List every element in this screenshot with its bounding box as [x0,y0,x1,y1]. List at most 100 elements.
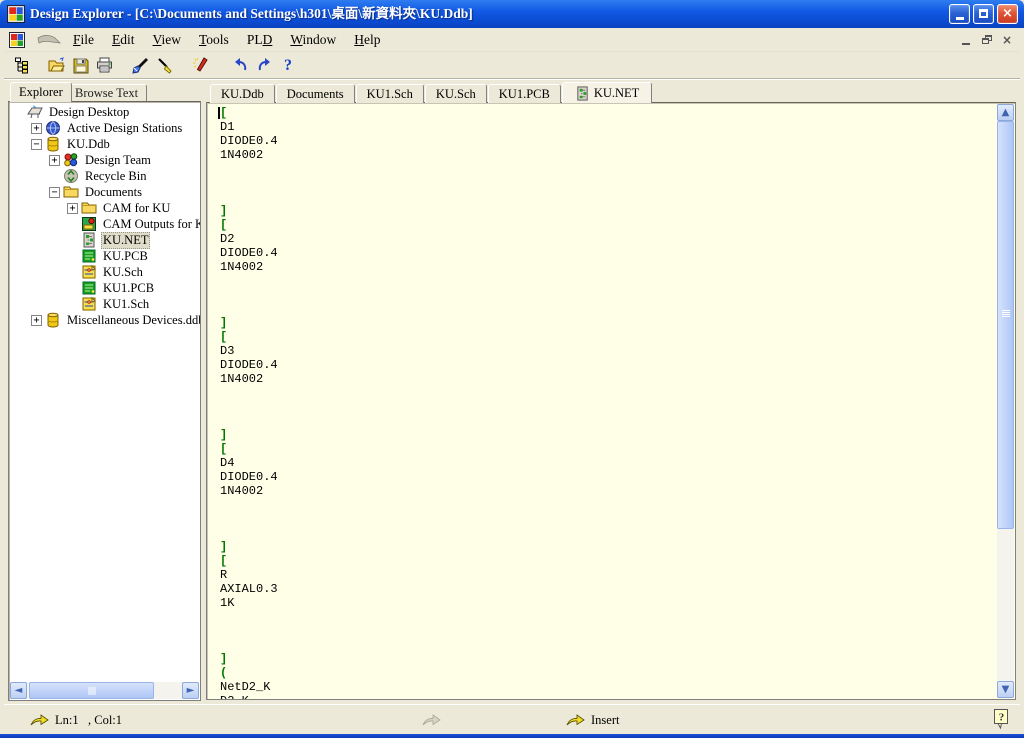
text-caret [218,107,220,119]
editor-vertical-scrollbar[interactable]: ▲ ▼ [997,104,1014,698]
editor-line: NetD2_K [220,680,995,694]
document-tab-ku1-sch[interactable]: KU1.Sch [356,84,424,103]
editor-line [220,498,995,512]
question-mark-icon: ? [284,57,292,75]
tree-item-miscellaneous-devices-ddb[interactable]: + Miscellaneous Devices.ddb [9,312,200,328]
editor-line: DIODE0.4 [220,246,995,260]
brush-icon [132,57,149,74]
menu-item[interactable]: Tools [190,28,238,52]
database-icon [45,312,61,328]
editor-line: 1N4002 [220,148,995,162]
editor-line [220,274,995,288]
pcb-doc-icon [81,280,97,296]
scroll-down-button[interactable]: ▼ [997,681,1014,698]
maximize-button[interactable] [973,4,994,24]
tree-item-ku-pcb[interactable]: KU.PCB [9,248,200,264]
menu-item[interactable]: View [144,28,190,52]
document-tab-ku-sch[interactable]: KU.Sch [425,84,487,103]
open-folder-icon [48,57,65,74]
document-tab-ku-net[interactable]: KU.NET [562,82,652,103]
collapse-minus-icon[interactable]: − [49,187,60,198]
undo-button[interactable] [228,55,252,77]
recycle-bin-icon [63,168,79,184]
mdi-window-controls: × [958,33,1016,48]
scroll-right-button[interactable]: ► [182,682,199,699]
help-note-icon[interactable]: ? [993,708,1010,730]
menu-item[interactable]: Edit [103,28,144,52]
close-button[interactable]: × [997,4,1018,24]
expand-plus-icon[interactable]: + [31,315,42,326]
editor-line [220,638,995,652]
minimize-button[interactable] [949,4,970,24]
editor-line [220,400,995,414]
scrollbar-thumb[interactable] [997,121,1014,529]
menu-item[interactable]: PLD [238,28,282,52]
gray-jump-arrow-icon [422,714,441,727]
editor-line [220,512,995,526]
explorer-panel-toggle-button[interactable] [10,55,34,77]
editor-line: 1K [220,596,995,610]
redo-button[interactable] [252,55,276,77]
scroll-left-button[interactable]: ◄ [10,682,27,699]
tab-explorer[interactable]: Explorer [10,82,72,102]
tree-item-ku-ddb[interactable]: − KU.Ddb [9,136,200,152]
expand-plus-icon[interactable]: + [31,123,42,134]
tree-item-design-desktop[interactable]: Design Desktop [9,104,200,120]
tree-item-documents[interactable]: − Documents [9,184,200,200]
tree-item-ku-net[interactable]: KU.NET [9,232,200,248]
expand-plus-icon[interactable]: + [49,155,60,166]
close-icon: × [1002,6,1013,21]
tree-item-cam-for-ku[interactable]: + CAM for KU [9,200,200,216]
pen-icon [156,57,173,74]
mdi-close-button[interactable]: × [998,33,1016,48]
menu-item[interactable]: File [64,28,103,52]
menu-pulldown-arrow-icon[interactable] [36,34,62,47]
scroll-up-button[interactable]: ▲ [997,104,1014,121]
editor-line [220,162,995,176]
explorer-tree-panel: Design Desktop + Active Design Stations … [8,101,201,701]
editor-line: ] [220,316,995,330]
save-button[interactable] [68,55,92,77]
desktop-icon [27,104,43,120]
tree-item-ku1-pcb[interactable]: KU1.PCB [9,280,200,296]
protel-logo-icon[interactable] [7,5,25,23]
editor-line: R [220,568,995,582]
knife-tool-button[interactable] [188,55,212,77]
tree-item-active-design-stations[interactable]: + Active Design Stations [9,120,200,136]
editor-line [220,288,995,302]
stations-icon [45,120,61,136]
brush-tool-button[interactable] [128,55,152,77]
undo-arrow-icon [232,57,249,74]
menu-item[interactable]: Window [281,28,345,52]
tree-item-ku-sch[interactable]: KU.Sch [9,264,200,280]
folder-icon [81,200,97,216]
yellow-jump-arrow-icon [30,714,49,727]
mdi-minimize-button[interactable] [958,33,976,48]
document-tab-documents[interactable]: Documents [276,84,355,103]
tree-item-design-team[interactable]: + Design Team [9,152,200,168]
tree-item-cam-outputs-for-ku[interactable]: CAM Outputs for KU [9,216,200,232]
document-tab-ku1-pcb[interactable]: KU1.PCB [488,84,561,103]
tree-item-ku1-sch[interactable]: KU1.Sch [9,296,200,312]
print-button[interactable] [92,55,116,77]
protel-logo-icon[interactable] [9,32,25,48]
netlist-text-editor[interactable]: [D1DIODE0.41N4002 ][D2DIODE0.41N4002 ][D… [206,102,1016,700]
collapse-minus-icon[interactable]: − [31,139,42,150]
scrollbar-grip [88,687,95,695]
open-document-button[interactable] [44,55,68,77]
expand-plus-icon[interactable]: + [67,203,78,214]
document-tab-ku-ddb[interactable]: KU.Ddb [210,84,275,103]
schematic-doc-icon [81,296,97,312]
mdi-restore-button[interactable] [978,33,996,48]
editor-line: [ [220,554,995,568]
help-button[interactable]: ? [276,55,300,77]
scrollbar-thumb[interactable] [29,682,154,699]
tree-item-recycle-bin[interactable]: Recycle Bin [9,168,200,184]
editor-line: [ [220,330,995,344]
editor-line [220,526,995,540]
pcb-doc-icon [81,248,97,264]
menu-item[interactable]: Help [345,28,389,52]
tree-horizontal-scrollbar[interactable]: ◄ ► [10,682,199,699]
tab-browse-text[interactable]: Browse Text [66,84,147,102]
pen-tool-button[interactable] [152,55,176,77]
